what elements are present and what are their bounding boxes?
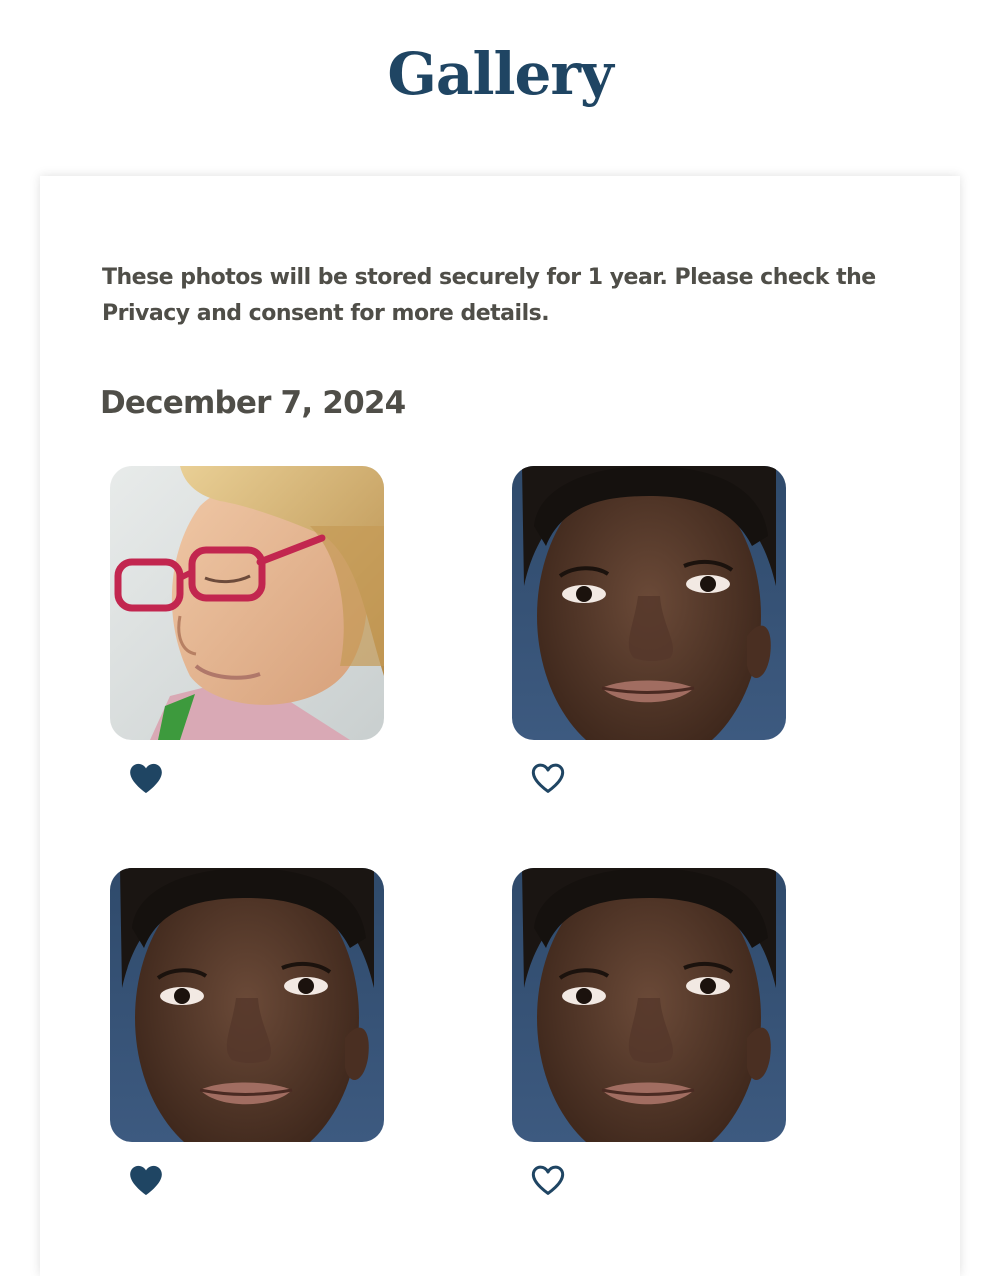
- favorite-button[interactable]: [528, 758, 568, 798]
- heart-outline-icon: [531, 763, 565, 793]
- photo-item: [512, 868, 788, 1208]
- portrait-image: [110, 868, 384, 1142]
- gallery-card: These photos will be stored securely for…: [40, 176, 960, 1276]
- storage-notice: These photos will be stored securely for…: [102, 265, 876, 326]
- date-heading: December 7, 2024: [100, 385, 406, 421]
- portrait-image: [512, 868, 786, 1142]
- favorite-button[interactable]: [126, 1160, 166, 1200]
- photo-thumbnail[interactable]: [512, 466, 786, 740]
- photo-thumbnail[interactable]: [512, 868, 786, 1142]
- heart-filled-icon: [130, 1165, 162, 1195]
- photo-item: [110, 868, 386, 1208]
- portrait-image: [110, 466, 384, 740]
- photo-thumbnail[interactable]: [110, 868, 384, 1142]
- favorite-button[interactable]: [126, 758, 166, 798]
- page-title: Gallery: [387, 40, 613, 108]
- favorite-button[interactable]: [528, 1160, 568, 1200]
- photo-thumbnail[interactable]: [110, 466, 384, 740]
- heart-outline-icon: [531, 1165, 565, 1195]
- photo-item: [512, 466, 788, 806]
- heart-filled-icon: [130, 763, 162, 793]
- photo-item: [110, 466, 386, 806]
- portrait-image: [512, 466, 786, 740]
